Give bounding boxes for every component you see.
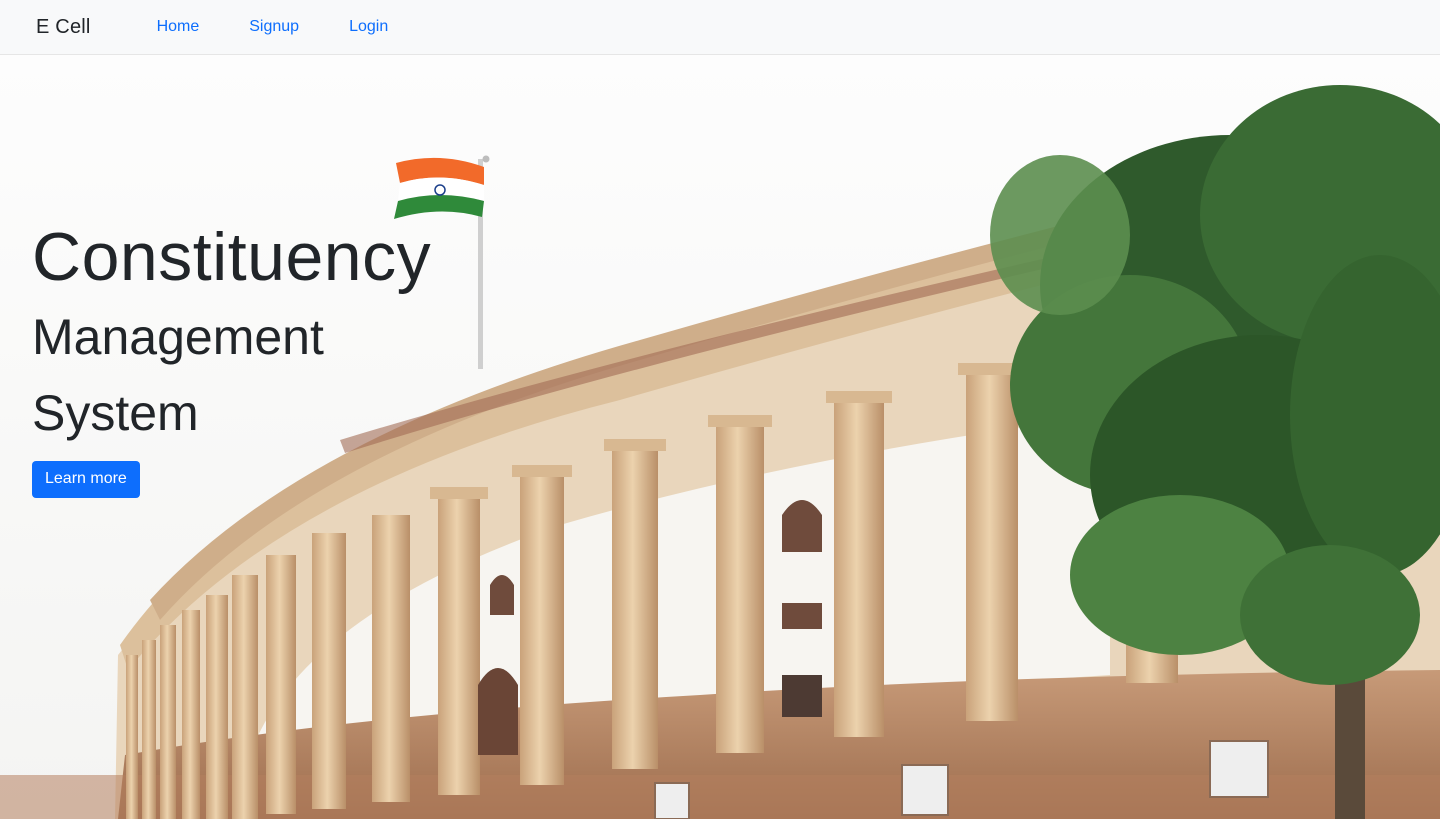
nav-link-signup[interactable]: Signup [249,18,299,36]
hero-section: Constituency Management System Learn mor… [0,55,1440,819]
navbar: E Cell Home Signup Login [0,0,1440,55]
hero-text-block: Constituency Management System Learn mor… [32,215,431,498]
nav-link-home[interactable]: Home [157,18,200,36]
hero-title: Constituency [32,219,432,295]
learn-more-button[interactable]: Learn more [32,461,140,498]
hero-subtitle-line1: Management [32,309,324,365]
nav-link-login[interactable]: Login [349,18,388,36]
brand-logo-text[interactable]: E Cell [36,16,91,39]
hero-subtitle-line2: System [32,385,199,441]
